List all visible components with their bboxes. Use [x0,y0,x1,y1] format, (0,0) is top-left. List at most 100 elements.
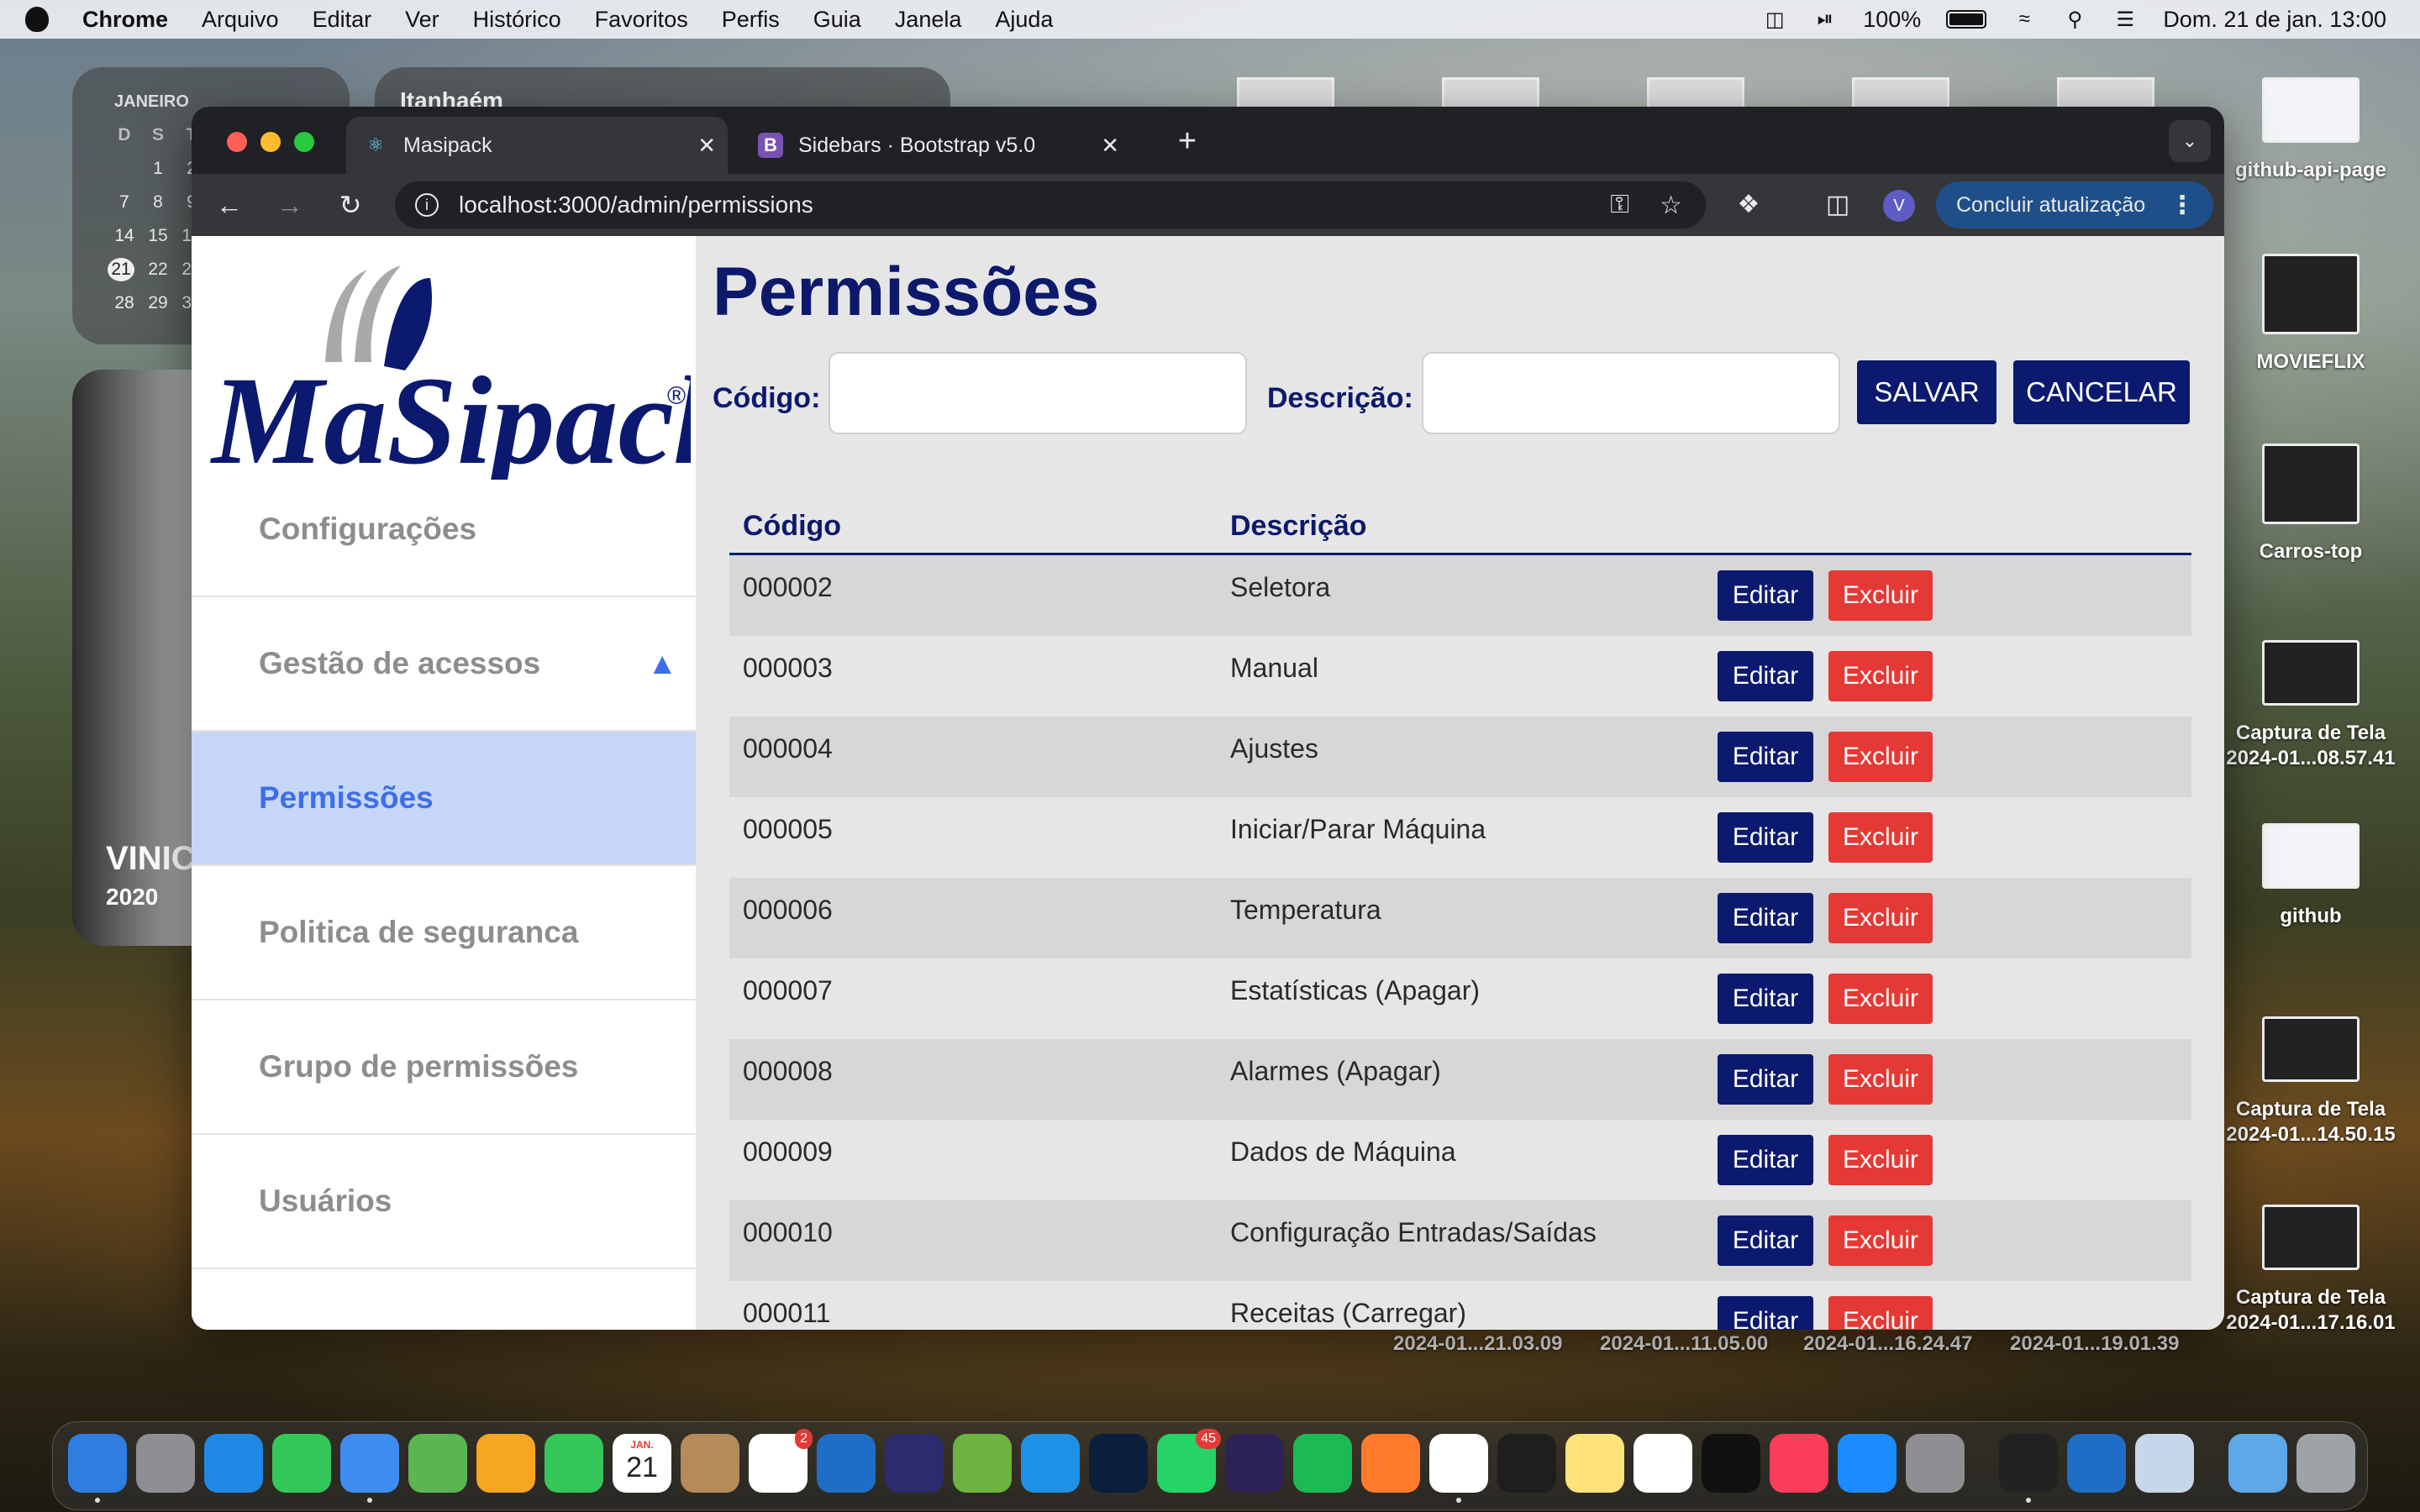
now-playing-icon[interactable]: ⏯ [1812,8,1838,30]
desktop-folder-carros-top[interactable]: Carros-top [2202,444,2420,564]
airpods-icon[interactable]: ◫ [1762,8,1787,31]
dock-app-notes-icon[interactable] [1565,1434,1624,1493]
new-tab-button[interactable]: + [1166,120,1208,162]
dock-app-freeform-icon[interactable] [1634,1434,1692,1493]
dock-app-system-settings-icon[interactable] [1906,1434,1965,1493]
edit-button[interactable]: Editar [1718,893,1813,943]
tab-bootstrap-sidebars[interactable]: B Sidebars · Bootstrap v5.0 ✕ [741,117,1131,174]
sidebar-item-gestao-de-acessos[interactable]: Gestão de acessos ▲ [192,597,696,732]
dock-app-photoshop-icon[interactable] [1089,1434,1148,1493]
edit-button[interactable]: Editar [1718,812,1813,863]
menu-arquivo[interactable]: Arquivo [202,7,279,33]
desktop-folder-github[interactable]: github [2202,823,2420,929]
dock-app-spring-tools-icon[interactable] [953,1434,1012,1493]
desktop-file-label[interactable]: 2024-01...11.05.00 [1600,1332,1768,1356]
edit-button[interactable]: Editar [1718,1215,1813,1266]
dock-app-contacts-icon[interactable] [681,1434,739,1493]
battery-icon[interactable] [1946,10,1987,29]
dock-app-whatsapp-icon[interactable]: 45 [1157,1429,1221,1493]
desktop-file-screenshot[interactable]: Captura de Tela 2024-01...08.57.41 [2202,640,2420,771]
delete-button[interactable]: Excluir [1828,974,1933,1024]
sidebar-item-usuarios[interactable]: Usuários [192,1135,696,1269]
dock-app-vs-code-2-icon[interactable] [2067,1434,2126,1493]
dock-app-calendar-icon[interactable]: JAN. 21 [613,1434,671,1493]
dock-app-docker-icon[interactable] [1021,1434,1080,1493]
edit-button[interactable]: Editar [1718,1135,1813,1185]
expand-triangle-icon[interactable]: ▲ [647,646,677,681]
sidebar-item-configuracoes[interactable]: Configurações [192,463,696,597]
dock-app-music-icon[interactable] [1770,1434,1828,1493]
dock-app-kindle-icon[interactable] [1497,1434,1556,1493]
dock-app-downloads-icon[interactable] [2228,1434,2287,1493]
dock-app-app-store-icon[interactable] [1838,1434,1897,1493]
clock[interactable]: Dom. 21 de jan. 13:00 [2163,7,2386,33]
zoom-window-button[interactable] [294,132,314,152]
save-button[interactable]: SALVAR [1857,360,1996,424]
back-arrow-icon[interactable]: ← [208,184,250,226]
desktop-file-github-api-page[interactable]: github-api-page [2202,77,2420,183]
delete-button[interactable]: Excluir [1828,1296,1933,1330]
dock-app-eclipse-icon[interactable] [1225,1434,1284,1493]
profile-avatar[interactable]: V [1883,190,1915,222]
edit-button[interactable]: Editar [1718,570,1813,621]
desktop-file-screenshot[interactable]: Captura de Tela 2024-01...14.50.15 [2202,1016,2420,1147]
address-bar[interactable]: i localhost:3000/admin/permissions ⚿ ☆ [395,181,1706,228]
dock-app-chrome-icon[interactable] [1429,1434,1488,1493]
wifi-icon[interactable]: ≈ [2012,8,2037,30]
tab-masipack[interactable]: ⚛ Masipack ✕ [346,117,728,174]
delete-button[interactable]: Excluir [1828,570,1933,621]
sidebar-item-grupo-de-permissoes[interactable]: Grupo de permissões [192,1000,696,1135]
menu-historico[interactable]: Histórico [473,7,561,33]
desktop-folder-movieflix[interactable]: MOVIEFLIX [2202,254,2420,375]
menu-janela[interactable]: Janela [895,7,962,33]
bookmark-star-icon[interactable]: ☆ [1660,191,1682,220]
desktop-thumbnail[interactable] [2057,77,2154,108]
cancel-button[interactable]: CANCELAR [2013,360,2190,424]
edit-button[interactable]: Editar [1718,651,1813,701]
close-tab-icon[interactable]: ✕ [697,133,716,159]
control-center-icon[interactable]: ☰ [2112,8,2138,31]
delete-button[interactable]: Excluir [1828,1215,1933,1266]
menu-editar[interactable]: Editar [313,7,372,33]
dock-app-launchpad-icon[interactable] [136,1434,195,1493]
desktop-file-screenshot[interactable]: Captura de Tela 2024-01...17.16.01 [2202,1205,2420,1336]
menu-app-name[interactable]: Chrome [82,7,168,33]
desktop-file-label[interactable]: 2024-01...19.01.39 [2010,1332,2180,1356]
dock-app-apple-tv-icon[interactable] [1702,1434,1760,1493]
edit-button[interactable]: Editar [1718,1296,1813,1330]
code-input[interactable] [829,352,1247,434]
key-icon[interactable]: ⚿ [1610,191,1629,219]
sidebar-item-permissoes[interactable]: Permissões [192,732,696,866]
dock-app-safari-icon[interactable] [204,1434,263,1493]
side-panel-icon[interactable]: ◫ [1817,184,1859,226]
dock-app-photos-icon[interactable] [476,1434,535,1493]
dock-app-vs-code-icon[interactable] [817,1434,876,1493]
delete-button[interactable]: Excluir [1828,893,1933,943]
dock-app-mail-icon[interactable] [340,1434,399,1493]
desktop-thumbnail[interactable] [1442,77,1539,108]
tab-search-chevron-icon[interactable]: ⌄ [2169,120,2211,162]
edit-button[interactable]: Editar [1718,974,1813,1024]
desktop-file-label[interactable]: 2024-01...16.24.47 [1803,1332,1973,1356]
delete-button[interactable]: Excluir [1828,1054,1933,1105]
site-info-icon[interactable]: i [415,193,439,217]
extensions-puzzle-icon[interactable]: ❖ [1728,184,1770,226]
dock-app-facetime-icon[interactable] [544,1434,603,1493]
dock-app-maps-icon[interactable] [408,1434,467,1493]
delete-button[interactable]: Excluir [1828,812,1933,863]
menu-guia[interactable]: Guia [813,7,861,33]
kebab-menu-icon[interactable]: ⋮ [2170,191,2195,220]
desktop-thumbnail[interactable] [1647,77,1744,108]
spotlight-search-icon[interactable]: ⚲ [2062,8,2087,31]
desktop-thumbnail[interactable] [1237,77,1334,108]
delete-button[interactable]: Excluir [1828,651,1933,701]
reload-icon[interactable]: ↻ [329,184,371,226]
dock-app-reminders-icon[interactable]: 2 [749,1429,813,1493]
menu-favoritos[interactable]: Favoritos [595,7,688,33]
dock-app-finder-icon[interactable] [68,1434,127,1493]
delete-button[interactable]: Excluir [1828,1135,1933,1185]
desktop-thumbnail[interactable] [1852,77,1949,108]
update-chrome-button[interactable]: Concluir atualização ⋮ [1936,181,2213,228]
dock-app-messages-icon[interactable] [272,1434,331,1493]
edit-button[interactable]: Editar [1718,732,1813,782]
